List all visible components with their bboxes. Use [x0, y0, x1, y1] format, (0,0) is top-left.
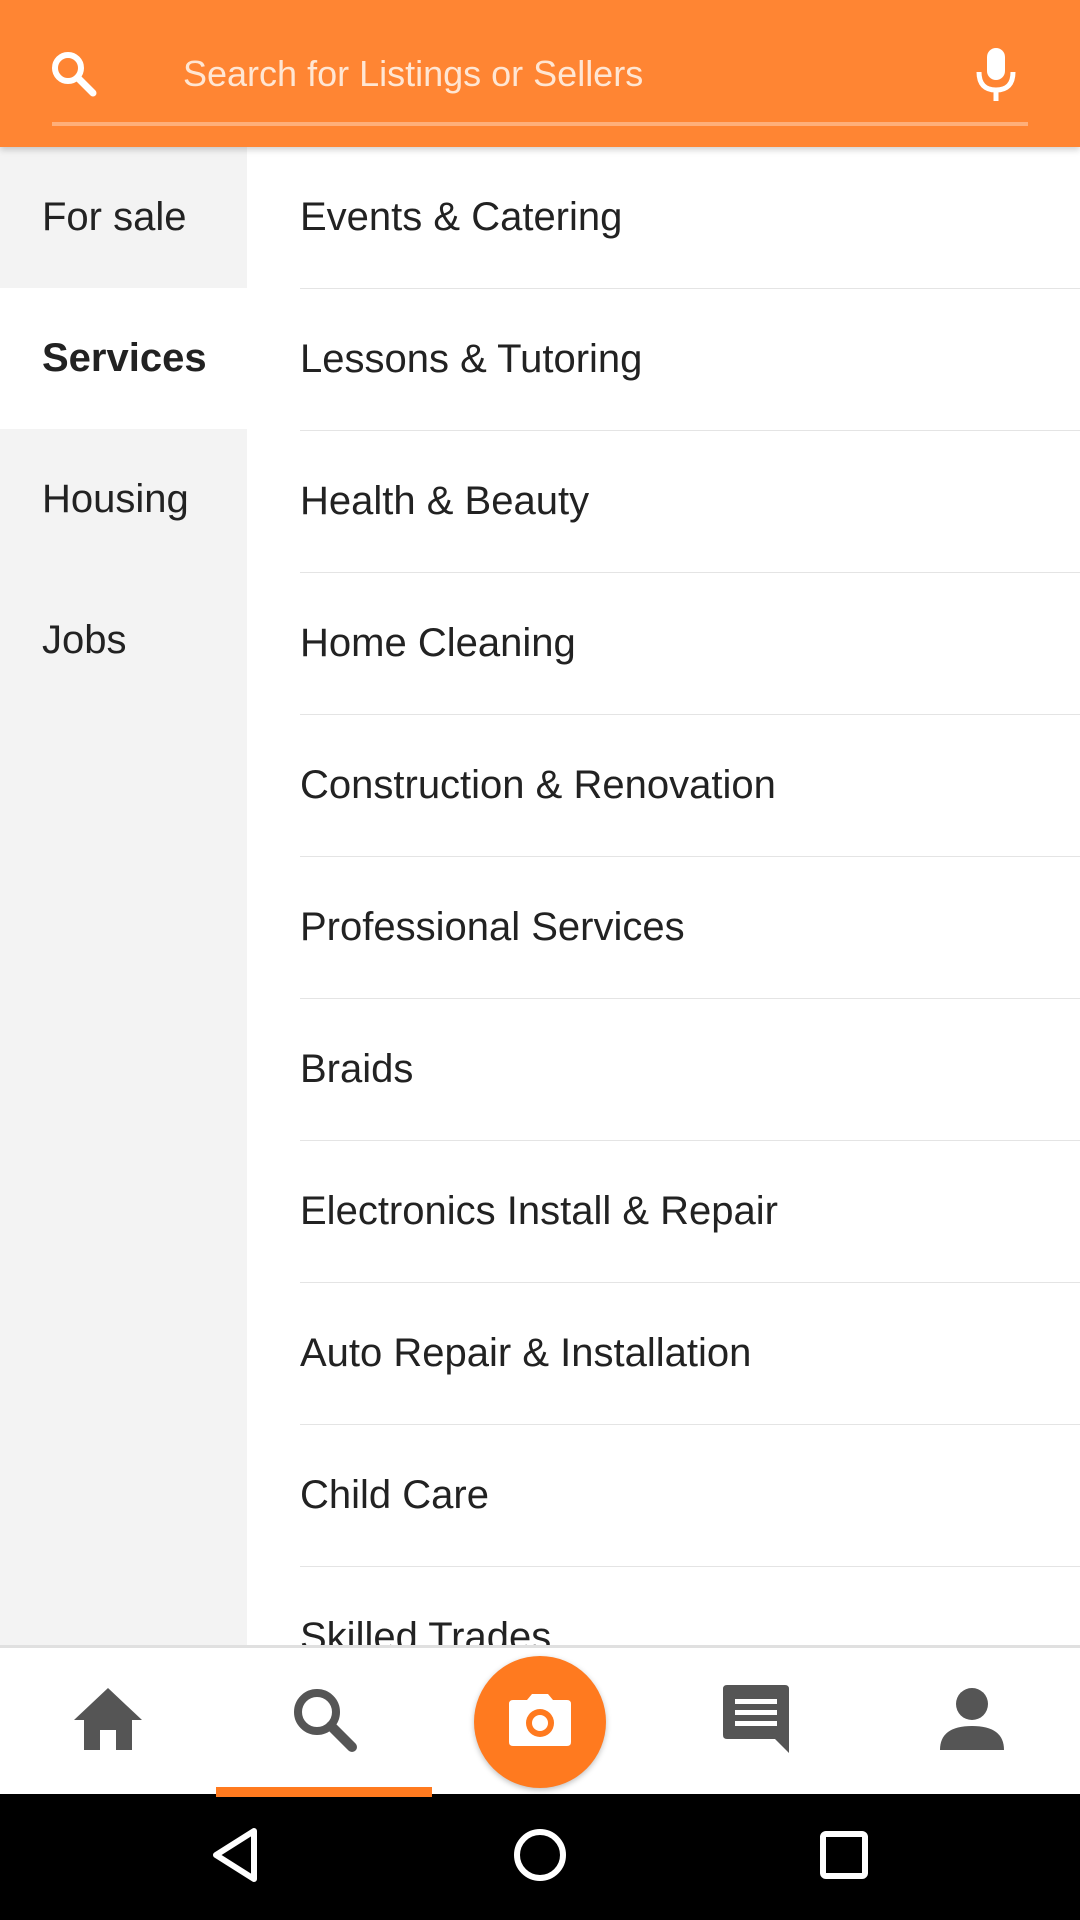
list-item[interactable]: Construction & Renovation	[247, 715, 1080, 857]
subcategory-list[interactable]: Events & Catering Lessons & Tutoring Hea…	[247, 147, 1080, 1645]
list-item-label: Skilled Trades	[300, 1615, 552, 1645]
list-item-label: Electronics Install & Repair	[300, 1189, 778, 1233]
list-item-label: Construction & Renovation	[300, 763, 776, 807]
home-circle-icon	[512, 1827, 568, 1888]
list-item-label: Health & Beauty	[300, 479, 590, 523]
list-item-label: Child Care	[300, 1473, 489, 1517]
list-item[interactable]: Braids	[247, 999, 1080, 1141]
list-item[interactable]: Health & Beauty	[247, 431, 1080, 573]
search-underline	[52, 122, 1028, 126]
list-item[interactable]: Skilled Trades	[247, 1567, 1080, 1645]
sidebar-item-housing[interactable]: Housing	[0, 429, 247, 570]
sidebar-item-for-sale[interactable]: For sale	[0, 147, 247, 288]
back-triangle-icon	[210, 1827, 262, 1888]
list-item-label: Lessons & Tutoring	[300, 337, 643, 381]
camera-button[interactable]	[474, 1656, 606, 1788]
list-item[interactable]: Home Cleaning	[247, 573, 1080, 715]
sidebar-item-services[interactable]: Services	[0, 288, 247, 429]
list-item[interactable]: Lessons & Tutoring	[247, 289, 1080, 431]
search-input[interactable]	[183, 48, 923, 100]
list-item-label: Home Cleaning	[300, 621, 576, 665]
search-icon[interactable]	[46, 46, 102, 102]
list-item[interactable]: Professional Services	[247, 857, 1080, 999]
list-item[interactable]: Child Care	[247, 1425, 1080, 1567]
nav-messages-button[interactable]	[648, 1648, 864, 1794]
list-item[interactable]: Electronics Install & Repair	[247, 1141, 1080, 1283]
list-item-label: Auto Repair & Installation	[300, 1331, 752, 1375]
camera-icon	[507, 1692, 573, 1753]
system-navigation-bar	[0, 1794, 1080, 1920]
chat-icon	[719, 1683, 793, 1760]
search-header	[0, 0, 1080, 147]
person-icon	[938, 1686, 1006, 1757]
nav-home-button[interactable]	[0, 1648, 216, 1794]
system-recents-button[interactable]	[774, 1794, 914, 1920]
sidebar-item-jobs[interactable]: Jobs	[0, 570, 247, 711]
list-item-label: Professional Services	[300, 905, 685, 949]
category-sidebar: For sale Services Housing Jobs	[0, 147, 247, 1645]
list-item[interactable]: Auto Repair & Installation	[247, 1283, 1080, 1425]
search-icon	[288, 1683, 360, 1760]
nav-profile-button[interactable]	[864, 1648, 1080, 1794]
nav-search-button[interactable]	[216, 1648, 432, 1794]
list-item[interactable]: Events & Catering	[247, 147, 1080, 289]
app-root: For sale Services Housing Jobs Events & …	[0, 0, 1080, 1920]
active-tab-indicator	[216, 1787, 432, 1797]
system-back-button[interactable]	[166, 1794, 306, 1920]
home-icon	[70, 1684, 146, 1759]
recents-square-icon	[819, 1830, 869, 1885]
list-item-label: Braids	[300, 1047, 414, 1091]
microphone-icon[interactable]	[968, 44, 1024, 104]
system-home-button[interactable]	[470, 1794, 610, 1920]
list-item-label: Events & Catering	[300, 195, 623, 239]
